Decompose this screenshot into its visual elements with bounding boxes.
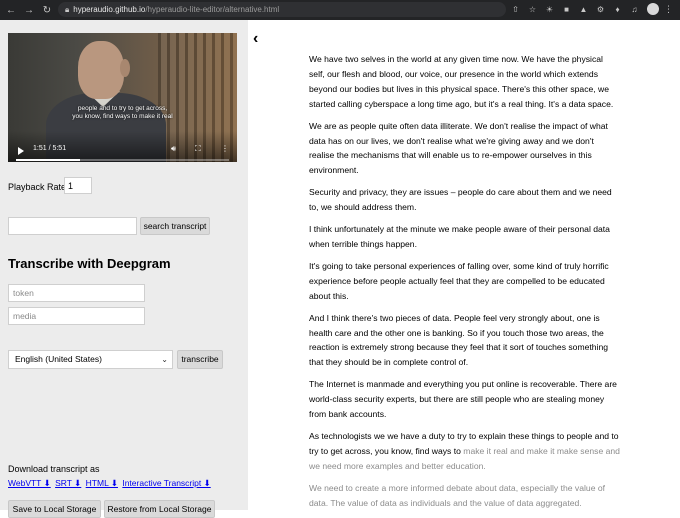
reload-icon[interactable]: ↻ <box>40 5 54 16</box>
menu-dots-icon[interactable]: ⋮ <box>664 3 673 15</box>
volume-icon[interactable]: 🔊︎ <box>171 144 176 154</box>
profile-avatar[interactable] <box>647 3 659 15</box>
video-player[interactable]: people and to try to get across, you kno… <box>8 33 237 162</box>
url-text: hyperaudio.github.io/hyperaudio-lite-edi… <box>73 5 280 14</box>
transcript-paragraph[interactable]: We are as people quite often data illite… <box>309 119 621 179</box>
language-select-value: English (United States) <box>15 354 102 364</box>
transcript-paragraph[interactable]: The Internet is manmade and everything y… <box>309 377 621 422</box>
video-progress-fill <box>16 159 80 161</box>
chevron-down-icon: ⌄ <box>161 355 168 364</box>
download-webvtt-link[interactable]: WebVTT ⬇ <box>8 478 51 488</box>
extensions-puzzle-icon[interactable]: ♦ <box>612 3 623 16</box>
transcript-panel: ‹ We have two selves in the world at any… <box>248 20 680 510</box>
video-progress-bar[interactable] <box>16 159 229 161</box>
transcript-paragraph[interactable]: We need to create a more informed debate… <box>309 481 621 511</box>
transcript: We have two selves in the world at any g… <box>309 52 621 517</box>
media-control-icon[interactable]: ♫ <box>629 3 640 16</box>
browser-toolbar: ← → ↻ 🔒︎ hyperaudio.github.io/hyperaudio… <box>0 0 680 20</box>
playback-rate-input[interactable]: 1 <box>64 177 92 194</box>
extension-thumb-icon[interactable]: ▲ <box>578 3 589 16</box>
video-caption: people and to try to get across, you kno… <box>72 105 173 120</box>
extension-icon[interactable]: ■ <box>561 3 572 16</box>
download-srt-link[interactable]: SRT ⬇ <box>55 478 81 488</box>
collapse-chevron-icon[interactable]: ‹ <box>253 30 258 48</box>
transcript-paragraph[interactable]: And I think there's two pieces of data. … <box>309 311 621 371</box>
play-icon[interactable] <box>18 147 24 155</box>
video-menu-icon[interactable]: ⋮ <box>221 144 229 153</box>
transcript-paragraph[interactable]: I think unfortunately at the minute we m… <box>309 222 621 252</box>
token-input[interactable]: token <box>8 284 145 302</box>
video-controls: 1:51 / 5:51 🔊︎ ⛶ ⋮ <box>8 131 237 162</box>
transcript-paragraph[interactable]: It's going to take personal experiences … <box>309 259 621 304</box>
forward-arrow-icon[interactable]: → <box>22 5 36 16</box>
extension-gear-icon[interactable]: ⚙ <box>595 3 606 16</box>
download-interactive-link[interactable]: Interactive Transcript ⬇ <box>122 478 210 488</box>
share-icon[interactable]: ⇧ <box>510 3 521 16</box>
transcript-paragraph[interactable]: We have two selves in the world at any g… <box>309 52 621 112</box>
extension-sun-icon[interactable]: ☀ <box>544 3 555 16</box>
bookmark-star-icon[interactable]: ☆ <box>527 3 538 16</box>
transcript-paragraph[interactable]: Security and privacy, they are issues – … <box>309 185 621 215</box>
media-input[interactable]: media <box>8 307 145 325</box>
download-label: Download transcript as <box>8 464 100 474</box>
speaker-head <box>78 41 124 99</box>
video-time: 1:51 / 5:51 <box>33 145 67 152</box>
left-panel: people and to try to get across, you kno… <box>0 20 248 518</box>
restore-local-storage-button[interactable]: Restore from Local Storage <box>104 500 215 518</box>
transcribe-button[interactable]: transcribe <box>177 350 223 369</box>
transcript-paragraph-current[interactable]: As technologists we we have a duty to tr… <box>309 429 621 474</box>
playback-rate-label: Playback Rate <box>8 182 67 192</box>
search-transcript-button[interactable]: search transcript <box>140 217 210 235</box>
deepgram-heading: Transcribe with Deepgram <box>8 256 171 271</box>
fullscreen-icon[interactable]: ⛶ <box>195 144 201 154</box>
language-select[interactable]: English (United States) ⌄ <box>8 350 173 369</box>
lock-icon: 🔒︎ <box>65 4 70 14</box>
speaker-ear <box>120 59 130 77</box>
download-html-link[interactable]: HTML ⬇ <box>86 478 118 488</box>
search-input[interactable] <box>8 217 137 235</box>
back-arrow-icon[interactable]: ← <box>4 5 18 16</box>
save-local-storage-button[interactable]: Save to Local Storage <box>8 500 101 518</box>
address-bar[interactable]: 🔒︎ hyperaudio.github.io/hyperaudio-lite-… <box>58 2 506 17</box>
download-links: WebVTT ⬇ SRT ⬇ HTML ⬇ Interactive Transc… <box>8 478 213 489</box>
